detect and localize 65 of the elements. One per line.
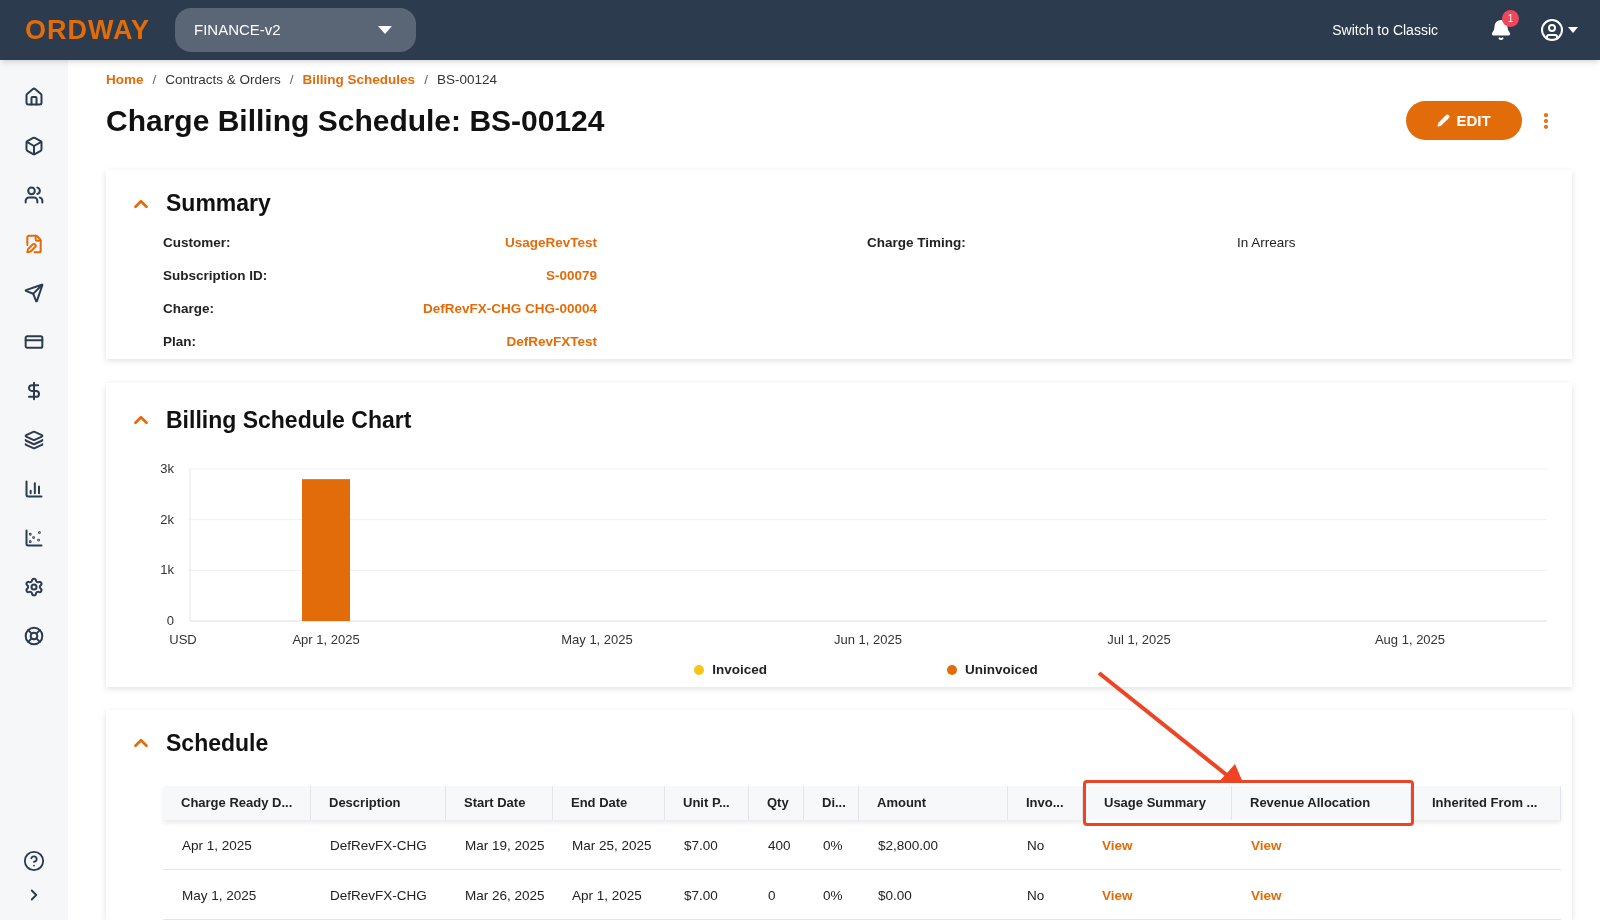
table-cell: Mar 25, 2025 — [572, 837, 652, 853]
section-title: Schedule — [166, 728, 269, 758]
breadcrumb-separator: / — [424, 71, 428, 89]
table-cell: Apr 1, 2025 — [182, 837, 252, 853]
column-header[interactable]: Di... — [804, 786, 859, 820]
table-cell: Mar 26, 2025 — [465, 887, 545, 903]
y-tick-label: 2k — [160, 511, 174, 527]
field-label: Subscription ID: — [163, 267, 268, 286]
column-header[interactable]: Unit P... — [665, 786, 749, 820]
axis-unit-label: USD — [169, 632, 197, 648]
table-cell: May 1, 2025 — [182, 887, 257, 903]
table-cell: 0% — [823, 837, 843, 853]
column-header[interactable]: Qty — [749, 786, 804, 820]
x-tick-label: Jun 1, 2025 — [834, 632, 902, 648]
table-cell: $7.00 — [684, 887, 718, 903]
pencil-icon — [1437, 114, 1451, 128]
section-title: Summary — [166, 189, 271, 219]
breadcrumb-separator: / — [152, 71, 157, 89]
x-tick-label: Apr 1, 2025 — [292, 632, 360, 648]
section-title: Billing Schedule Chart — [166, 405, 412, 435]
table-cell: $2,800.00 — [878, 837, 939, 853]
table-cell: 400 — [768, 837, 791, 853]
breadcrumb-item: BS-00124 — [436, 71, 497, 89]
column-header[interactable]: Usage Summary — [1086, 786, 1232, 820]
x-tick-label: Aug 1, 2025 — [1374, 632, 1446, 648]
table-cell: 0 — [768, 887, 776, 903]
field-value: In Arrears — [1237, 234, 1296, 253]
x-tick-label: Jul 1, 2025 — [1107, 632, 1171, 648]
field-label: Customer: — [163, 234, 231, 253]
column-header[interactable]: Charge Ready D... — [163, 786, 311, 820]
table-cell: DefRevFX-CHG — [330, 887, 427, 903]
help-icon[interactable] — [23, 850, 45, 872]
caret-icon — [1568, 27, 1578, 33]
table-cell: $0.00 — [878, 887, 912, 903]
column-header[interactable]: Amount — [859, 786, 1008, 820]
column-header[interactable]: Start Date — [446, 786, 553, 820]
y-tick-label: 3k — [160, 461, 174, 477]
field-label: Charge: — [163, 300, 214, 319]
notification-badge: 1 — [1502, 10, 1519, 27]
breadcrumb-item: Contracts & Orders — [165, 71, 281, 89]
switch-classic-link[interactable]: Switch to Classic — [1332, 19, 1438, 41]
column-header[interactable]: Invo... — [1008, 786, 1083, 820]
y-tick-label: 1k — [160, 562, 174, 578]
legend-label: Invoiced — [712, 661, 767, 680]
breadcrumb-separator: / — [289, 71, 294, 89]
table-cell: No — [1027, 887, 1045, 903]
table-cell: Mar 19, 2025 — [465, 837, 545, 853]
user-menu[interactable] — [1540, 18, 1578, 42]
x-tick-label: May 1, 2025 — [561, 632, 633, 648]
table-cell: Apr 1, 2025 — [572, 887, 642, 903]
field-label: Charge Timing: — [867, 234, 967, 253]
column-header[interactable]: End Date — [553, 786, 665, 820]
table-cell: DefRevFX-CHG — [330, 837, 427, 853]
table-cell: No — [1027, 837, 1045, 853]
field-label: Plan: — [163, 333, 196, 352]
table-cell: $7.00 — [684, 837, 718, 853]
page-title: Charge Billing Schedule: BS-00124 — [106, 103, 605, 140]
legend-label: Uninvoiced — [965, 661, 1038, 680]
y-tick-label: 0 — [166, 613, 174, 629]
column-header[interactable]: Description — [311, 786, 446, 820]
column-header[interactable]: Inherited From ... — [1414, 786, 1561, 820]
caret-icon — [378, 26, 393, 34]
column-header[interactable]: Revenue Allocation — [1232, 786, 1411, 820]
workspace-dropdown[interactable]: FINANCE-v2 — [175, 8, 417, 52]
table-cell: 0% — [823, 887, 843, 903]
